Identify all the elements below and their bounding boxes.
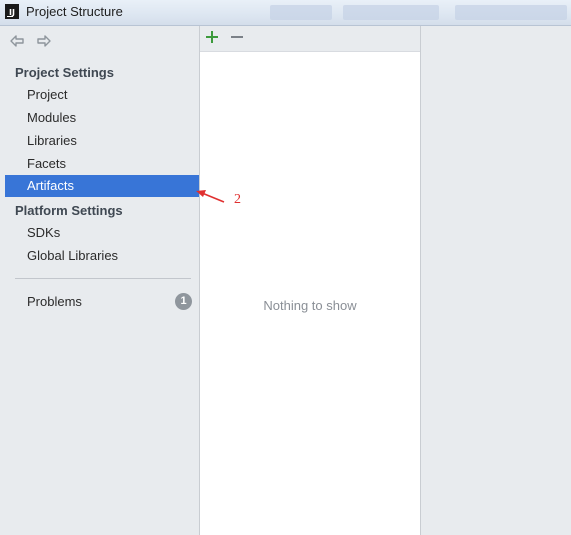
sidebar-item-global-libraries[interactable]: Global Libraries (5, 245, 199, 267)
blurred-background-region (270, 5, 332, 20)
artifacts-toolbar (200, 26, 420, 52)
sidebar-item-sdks[interactable]: SDKs (5, 222, 199, 244)
sidebar-item-label: Modules (27, 110, 77, 125)
sidebar-item-problems[interactable]: Problems 1 (5, 291, 199, 313)
sidebar-divider (15, 278, 191, 279)
arrow-left-icon (10, 35, 24, 47)
window-title-bar: IJ Project Structure (0, 0, 571, 26)
sidebar-item-label: Global Libraries (27, 248, 119, 263)
annotation-number: 2 (234, 192, 241, 206)
sidebar-item-label: Facets (27, 156, 67, 171)
artifacts-list-panel: Nothing to show (200, 26, 421, 535)
blurred-background-region (455, 5, 567, 20)
arrow-right-icon (37, 35, 51, 47)
empty-list-message: Nothing to show (263, 298, 357, 313)
plus-icon (206, 31, 218, 43)
forward-button[interactable] (37, 34, 51, 48)
intellij-app-icon: IJ (5, 4, 19, 19)
problems-count-badge: 1 (175, 293, 192, 310)
back-button[interactable] (10, 34, 24, 48)
sidebar-item-label: SDKs (27, 225, 61, 240)
sidebar-item-facets[interactable]: Facets (5, 153, 199, 175)
window-title: Project Structure (26, 4, 123, 19)
sidebar-item-label: Libraries (27, 133, 77, 148)
sidebar-item-label: Problems (27, 294, 82, 309)
sidebar-item-project[interactable]: Project (5, 84, 199, 106)
settings-sidebar: Project Settings Project Modules Librari… (0, 26, 200, 535)
remove-artifact-button[interactable] (230, 30, 244, 44)
sidebar-item-label: Artifacts (27, 178, 74, 193)
minus-icon (231, 36, 243, 38)
details-panel (421, 26, 571, 535)
annotation-arrow: 2 (196, 190, 241, 206)
sidebar-item-artifacts[interactable]: Artifacts (5, 175, 199, 197)
sidebar-item-modules[interactable]: Modules (5, 107, 199, 129)
sidebar-item-libraries[interactable]: Libraries (5, 130, 199, 152)
sidebar-item-label: Project (27, 87, 68, 102)
add-artifact-button[interactable] (205, 30, 219, 44)
project-settings-heading: Project Settings (15, 65, 114, 80)
platform-settings-heading: Platform Settings (15, 203, 123, 218)
blurred-background-region (343, 5, 439, 20)
